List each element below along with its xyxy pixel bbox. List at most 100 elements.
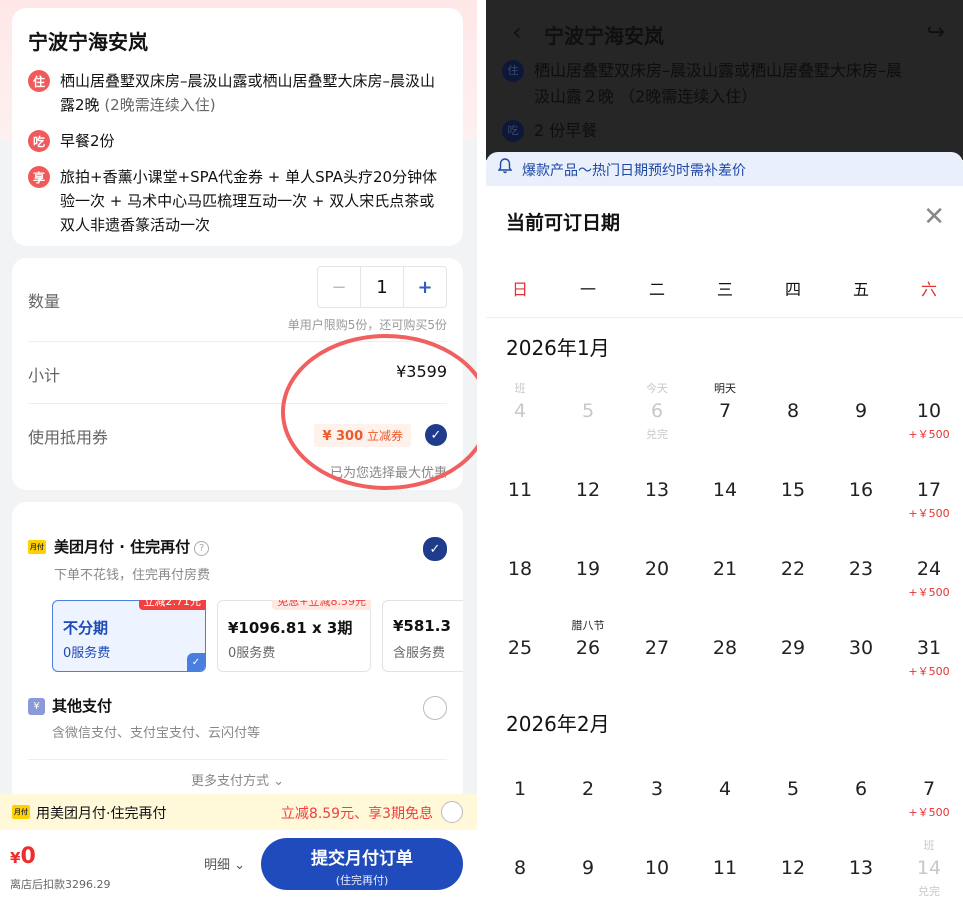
day-price-label: 兑完 [646,428,668,441]
plan-fee: 含服务费 [393,646,446,661]
other-pay-title: 其他支付 [52,697,113,715]
other-pay-icon: ¥ [28,698,45,715]
promo-radio[interactable] [441,801,463,823]
sheet-title: 当前可订日期 [506,212,621,234]
calendar-day[interactable]: 17 +￥500 [895,465,963,535]
monthly-pay-logo: 月付 [12,805,30,819]
day-number: 28 [712,637,738,659]
back-icon[interactable]: ‹ [512,18,522,46]
calendar-day[interactable]: 4 [691,764,759,834]
day-number: 20 [644,558,670,580]
calendar-day[interactable]: 3 [623,764,691,834]
increment-button[interactable]: + [403,267,446,307]
calendar-day[interactable]: 11 [486,465,554,535]
close-icon[interactable]: ✕ [923,202,945,232]
day-top-label: 今天 [646,382,668,395]
plan-title: ¥581.3 [393,617,451,635]
day-number: 6 [854,778,868,800]
quantity-value[interactable]: 1 [361,267,403,307]
calendar-day[interactable]: 10 +￥500 [895,386,963,456]
monthly-pay-option[interactable]: 月付 美团月付 · 住完再付? 下单不花钱，住完再付房费 ✓ [28,502,447,583]
calendar-day[interactable]: 22 [759,544,827,614]
quantity-stepper: − 1 + [317,266,447,308]
calendar-day[interactable]: 12 [759,843,827,900]
calendar-day[interactable]: 10 [623,843,691,900]
calendar-day[interactable]: 24 +￥500 [895,544,963,614]
day-number: 12 [575,479,601,501]
calendar-day[interactable]: 12 [554,465,622,535]
calendar-day[interactable]: 18 [486,544,554,614]
monthly-pay-check-icon[interactable]: ✓ [423,537,447,561]
day-number: 25 [507,637,533,659]
page-title: 宁波宁海安岚 [544,24,664,48]
day-top-label: 班 [514,382,526,395]
day-number: 8 [513,857,527,879]
calendar-day[interactable]: 7 +￥500 [895,764,963,834]
calendar-day[interactable]: 7 明天 [691,382,759,456]
day-number: 11 [507,479,533,501]
plan-3-installments[interactable]: 免息+立减8.59元 ¥1096.81 x 3期 0服务费 [217,600,371,672]
subtotal-label: 小计 [28,366,61,385]
promo-bar[interactable]: 月付 用美团月付·住完再付 立减8.59元、享3期免息 [0,794,477,830]
plan-6-installments[interactable]: ¥581.3 含服务费 [382,600,463,672]
decrement-button[interactable]: − [318,267,361,307]
calendar-day[interactable]: 8 [486,843,554,900]
quantity-row: 数量 − 1 + 单用户限购5份，还可购买5份 [28,258,447,342]
price-detail-link[interactable]: 明细 ⌄ [204,854,245,873]
calendar-day[interactable]: 2 [554,764,622,834]
weekday-header: 日 一 二 三 四 五 六 [486,256,963,318]
calendar-day[interactable]: 29 [759,623,827,693]
submit-order-button[interactable]: 提交月付订单 (住完再付) [261,838,463,890]
day-number: 24 [916,558,942,580]
calendar-day[interactable]: 16 [827,465,895,535]
coupon-label: 使用抵用券 [28,428,109,447]
calendar-day[interactable]: 30 [827,623,895,693]
calendar-day[interactable]: 23 [827,544,895,614]
app-root: 宁波宁海安岚 住 栖山居叠墅双床房–晨汲山露或栖山居叠墅大床房–晨汲山露2晚 (… [0,0,963,900]
perk-info-text: 旅拍+香薰小课堂+SPA代金券 + 单人SPA头疗20分钟体验一次 + 马术中心… [60,168,438,234]
day-number: 10 [644,857,670,879]
help-icon[interactable]: ? [194,541,210,556]
calendar-day[interactable]: 5 [759,764,827,834]
day-number: 10 [916,400,942,422]
share-icon[interactable]: ↪ [927,20,945,45]
calendar-day[interactable]: 28 [691,623,759,693]
calendar-day[interactable]: 6 [827,764,895,834]
stay-tag: 住 [28,70,50,92]
dimmed-background: ‹ 宁波宁海安岚 ↪ 住 栖山居叠墅双床房–晨汲山露或栖山居叠墅大床房–晨 汲山… [486,0,963,160]
day-number: 7 [922,778,936,800]
day-number: 19 [575,558,601,580]
calendar-day[interactable]: 19 [554,544,622,614]
plan-no-installment[interactable]: 立减2.71元 不分期 0服务费 ✓ [52,600,206,672]
calendar-day: 6 今天 兑完 [623,382,691,456]
room-info-text: 栖山居叠墅双床房–晨汲山露或栖山居叠墅大床房–晨汲山露2晚 (2晚需连续入住) [60,72,436,114]
calendar-day[interactable]: 11 [691,843,759,900]
payment-card: 月付 美团月付 · 住完再付? 下单不花钱，住完再付房费 ✓ 立减2.71元 不… [12,502,463,812]
calendar-day[interactable]: 14 [691,465,759,535]
weekday-wed: 三 [716,280,733,299]
calendar-day[interactable]: 21 [691,544,759,614]
day-number: 23 [848,558,874,580]
calendar-day: 4班 [486,382,554,456]
other-pay-radio[interactable] [423,696,447,720]
calendar-day[interactable]: 25 [486,623,554,693]
calendar-day[interactable]: 9 [827,386,895,456]
day-number: 4 [718,778,732,800]
calendar-day[interactable]: 31 +￥500 [895,623,963,693]
weekday-mon: 一 [579,280,596,299]
day-number: 31 [916,637,942,659]
calendar-day[interactable]: 8 [759,386,827,456]
calendar-day[interactable]: 15 [759,465,827,535]
calendar-day[interactable]: 13 [623,465,691,535]
calendar-day[interactable]: 20 [623,544,691,614]
calendar-day[interactable]: 9 [554,843,622,900]
calendar-day[interactable]: 13 [827,843,895,900]
plan-title: ¥1096.81 x 3期 [228,619,353,637]
other-payment-option[interactable]: ¥ 其他支付 含微信支付、支付宝支付、云闪付等 [28,690,447,760]
calendar-day[interactable]: 26 腊八节 [554,619,622,693]
calendar-day[interactable]: 1 [486,764,554,834]
installment-plans: 立减2.71元 不分期 0服务费 ✓ 免息+立减8.59元 ¥1096.81 x… [52,600,463,672]
more-payment-methods-link[interactable]: 更多支付方式 ⌄ [12,770,463,789]
quantity-label: 数量 [28,292,61,311]
calendar-day[interactable]: 27 [623,623,691,693]
